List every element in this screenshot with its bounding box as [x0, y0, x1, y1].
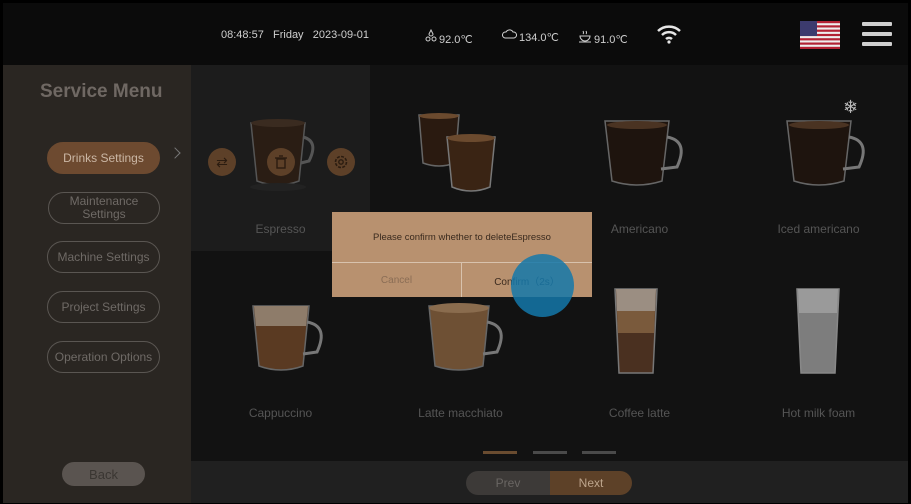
day-label: Friday	[273, 29, 304, 41]
hamburger-menu-icon[interactable]	[862, 22, 892, 48]
sidebar-item-operation-options[interactable]: Operation Options	[47, 341, 160, 373]
swap-icon[interactable]: ⇄	[208, 148, 236, 176]
chevron-right-icon	[169, 147, 181, 159]
hot-milk-foam-cup-image[interactable]	[793, 283, 843, 384]
snowflake-icon: ❄	[843, 97, 859, 117]
drink-label-iced-americano: Iced americano	[777, 222, 860, 236]
temp1-label: 92.0℃	[439, 34, 473, 46]
date-label: 2023-09-01	[312, 29, 370, 41]
americano-cup-image[interactable]	[599, 113, 695, 200]
wifi-icon[interactable]	[656, 24, 682, 49]
gear-icon[interactable]	[327, 148, 355, 176]
page-indicator-2[interactable]	[533, 451, 567, 454]
drink-label-cappuccino: Cappuccino	[248, 406, 313, 420]
water-drops-icon	[425, 28, 437, 46]
cancel-button[interactable]: Cancel	[332, 263, 461, 297]
touch-indicator	[511, 254, 574, 317]
clock: 08:48:57 Friday 2023-09-01	[221, 29, 369, 41]
steam-cloud-icon	[501, 29, 518, 44]
drink-label-hot-milk-foam: Hot milk foam	[781, 406, 856, 420]
back-button[interactable]: Back	[62, 462, 145, 486]
next-button[interactable]: Next	[550, 471, 632, 495]
sidebar: Service Menu Drinks Settings Maintenance…	[3, 65, 191, 503]
trash-icon[interactable]	[267, 148, 295, 176]
sidebar-item-drinks-settings[interactable]: Drinks Settings	[47, 142, 160, 174]
boiler-temp: 92.0℃	[425, 28, 473, 46]
hot-cup-icon	[578, 29, 592, 46]
prev-button[interactable]: Prev	[466, 471, 550, 495]
page-indicator-1[interactable]	[483, 451, 517, 454]
latte-macchiato-cup-image[interactable]	[423, 300, 513, 387]
app-frame: 08:48:57 Friday 2023-09-01 92.0℃ 134.0℃ …	[3, 3, 908, 503]
us-flag-icon[interactable]	[800, 21, 840, 49]
sidebar-title: Service Menu	[40, 81, 163, 102]
dialog-message: Please confirm whether to deleteEspresso	[373, 231, 551, 243]
temp2-label: 134.0℃	[519, 32, 559, 44]
drink-label-coffee-latte: Coffee latte	[608, 406, 671, 420]
drink-label-latte-macchiato: Latte macchiato	[418, 406, 503, 420]
cappuccino-cup-image[interactable]	[247, 300, 337, 387]
sidebar-item-project-settings[interactable]: Project Settings	[47, 291, 160, 323]
status-bar: 08:48:57 Friday 2023-09-01 92.0℃ 134.0℃ …	[3, 3, 908, 65]
sidebar-item-machine-settings[interactable]: Machine Settings	[47, 241, 160, 273]
cup-temp: 91.0℃	[578, 29, 628, 46]
time-label: 08:48:57	[221, 29, 264, 41]
coffee-latte-cup-image[interactable]	[611, 283, 661, 384]
temp3-label: 91.0℃	[594, 34, 628, 46]
iced-americano-cup-image[interactable]	[781, 113, 877, 200]
page-indicator-3[interactable]	[582, 451, 616, 454]
steam-temp: 134.0℃	[501, 29, 559, 44]
sidebar-item-maintenance-settings[interactable]: Maintenance Settings	[48, 192, 160, 224]
double-espresso-cup-image[interactable]	[413, 107, 513, 202]
